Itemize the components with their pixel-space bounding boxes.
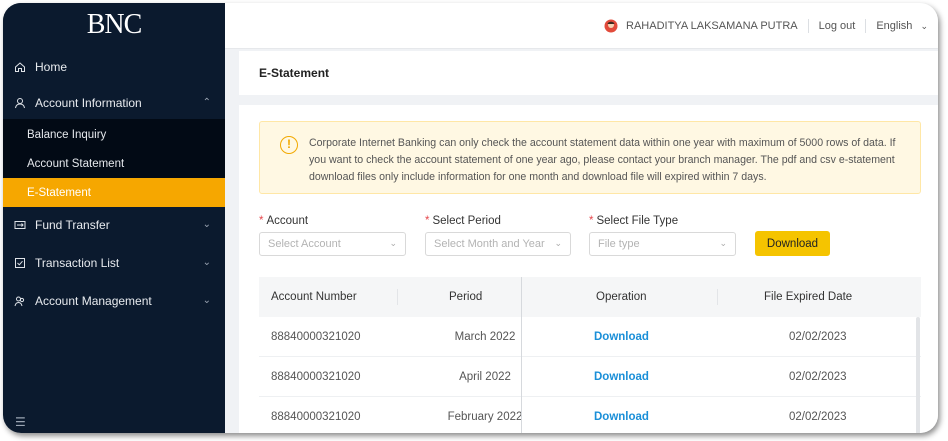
fixed-column-divider <box>521 277 522 433</box>
top-bar: RAHADITYA LAKSAMANA PUTRA Log out Englis… <box>225 3 938 49</box>
download-button[interactable]: Download <box>755 231 830 256</box>
required-mark: * <box>425 215 430 227</box>
app-window: BNC Home Account Information ⌃ Balance I… <box>3 3 938 433</box>
required-mark: * <box>589 215 594 227</box>
sidebar-item-home[interactable]: Home <box>3 49 225 85</box>
chevron-down-icon: ⌄ <box>202 219 211 230</box>
sidebar-item-account-management[interactable]: Account Management ⌄ <box>3 283 225 319</box>
sidebar-subitem-label: Account Statement <box>27 157 125 170</box>
chevron-down-icon: ⌄ <box>554 238 562 248</box>
download-link[interactable]: Download <box>594 317 649 357</box>
period-label: * Select Period <box>425 215 501 227</box>
table-row: 88840000321020 April 2022 Download 02/02… <box>259 357 921 397</box>
column-header-account-number: Account Number <box>271 291 357 303</box>
sidebar-subitem-label: E-Statement <box>27 186 91 199</box>
collapse-menu-icon[interactable]: ☰ <box>15 415 26 429</box>
sidebar: BNC Home Account Information ⌃ Balance I… <box>3 3 225 433</box>
chevron-down-icon: ⌄ <box>719 238 727 248</box>
period-cell: April 2022 <box>459 371 511 383</box>
period-cell: March 2022 <box>454 331 516 343</box>
chevron-down-icon: ⌄ <box>202 295 211 306</box>
user-icon <box>13 96 27 110</box>
file-type-label: * Select File Type <box>589 215 678 227</box>
expired-date-cell: 02/02/2023 <box>789 371 847 383</box>
expired-date-cell: 02/02/2023 <box>789 331 847 343</box>
table-scrollbar[interactable] <box>916 317 920 433</box>
statement-table: Account Number Period Operation File Exp… <box>259 277 921 433</box>
account-select[interactable]: Select Account ⌄ <box>259 232 406 256</box>
download-link[interactable]: Download <box>594 397 649 433</box>
sidebar-item-account-statement[interactable]: Account Statement <box>3 149 225 178</box>
divider <box>865 18 867 33</box>
sidebar-item-label: Home <box>35 60 68 74</box>
account-label: * Account <box>259 215 308 227</box>
notice-text: Corporate Internet Banking can only chec… <box>309 137 896 183</box>
period-cell: February 2022 <box>447 411 523 423</box>
language-label: English <box>876 19 913 32</box>
divider <box>807 18 809 33</box>
account-information-submenu: Balance Inquiry Account Statement E-Stat… <box>3 119 225 207</box>
file-type-select[interactable]: File type ⌄ <box>589 232 736 256</box>
chevron-down-icon: ⌄ <box>202 257 211 268</box>
sidebar-item-label: Fund Transfer <box>35 218 110 232</box>
account-placeholder: Select Account <box>268 238 341 250</box>
logout-button[interactable]: Log out <box>819 20 856 32</box>
sidebar-subitem-label: Balance Inquiry <box>27 128 107 141</box>
column-divider <box>717 289 718 305</box>
sidebar-item-e-statement[interactable]: E-Statement <box>3 178 225 207</box>
account-number-cell: 88840000321020 <box>271 331 361 343</box>
file-type-placeholder: File type <box>598 238 640 250</box>
period-select[interactable]: Select Month and Year ⌄ <box>425 232 571 256</box>
table-header: Account Number Period Operation File Exp… <box>259 277 921 317</box>
column-header-operation: Operation <box>596 291 647 303</box>
logo-text: BNC <box>86 9 143 40</box>
period-placeholder: Select Month and Year <box>434 238 545 250</box>
sidebar-item-label: Transaction List <box>35 256 120 270</box>
user-profile[interactable]: RAHADITYA LAKSAMANA PUTRA <box>604 19 798 33</box>
sidebar-item-label: Account Information <box>35 96 142 110</box>
account-label-text: Account <box>266 215 309 227</box>
column-header-file-expired-date: File Expired Date <box>764 291 853 303</box>
brand-logo[interactable]: BNC <box>3 3 225 47</box>
chevron-up-icon: ⌃ <box>202 97 211 108</box>
notice-banner: ! Corporate Internet Banking can only ch… <box>259 121 921 194</box>
warning-icon: ! <box>280 136 298 154</box>
home-icon <box>13 60 27 74</box>
users-icon <box>13 294 27 308</box>
page-title: E-Statement <box>239 51 938 95</box>
page-title-text: E-Statement <box>259 66 330 80</box>
account-number-cell: 88840000321020 <box>271 411 361 423</box>
avatar <box>604 19 618 33</box>
transfer-icon <box>13 218 27 232</box>
table-row: 88840000321020 March 2022 Download 02/02… <box>259 317 921 357</box>
user-name: RAHADITYA LAKSAMANA PUTRA <box>626 19 798 32</box>
column-divider <box>397 289 398 305</box>
sidebar-item-balance-inquiry[interactable]: Balance Inquiry <box>3 120 225 149</box>
file-type-label-text: Select File Type <box>596 215 679 227</box>
chevron-down-icon: ⌄ <box>389 238 397 248</box>
sidebar-item-fund-transfer[interactable]: Fund Transfer ⌄ <box>3 207 225 243</box>
expired-date-cell: 02/02/2023 <box>789 411 847 423</box>
table-row: 88840000321020 February 2022 Download 02… <box>259 397 921 433</box>
sidebar-item-transaction-list[interactable]: Transaction List ⌄ <box>3 245 225 281</box>
e-statement-card: ! Corporate Internet Banking can only ch… <box>239 105 938 433</box>
sidebar-item-label: Account Management <box>35 294 152 308</box>
language-select[interactable]: English ⌄ <box>876 20 928 32</box>
account-number-cell: 88840000321020 <box>271 371 361 383</box>
column-header-period: Period <box>449 291 483 303</box>
period-label-text: Select Period <box>432 215 501 227</box>
required-mark: * <box>259 215 264 227</box>
checklist-icon <box>13 256 27 270</box>
sidebar-item-account-information[interactable]: Account Information ⌃ <box>3 85 225 121</box>
download-link[interactable]: Download <box>594 357 649 397</box>
chevron-down-icon: ⌄ <box>920 20 928 31</box>
